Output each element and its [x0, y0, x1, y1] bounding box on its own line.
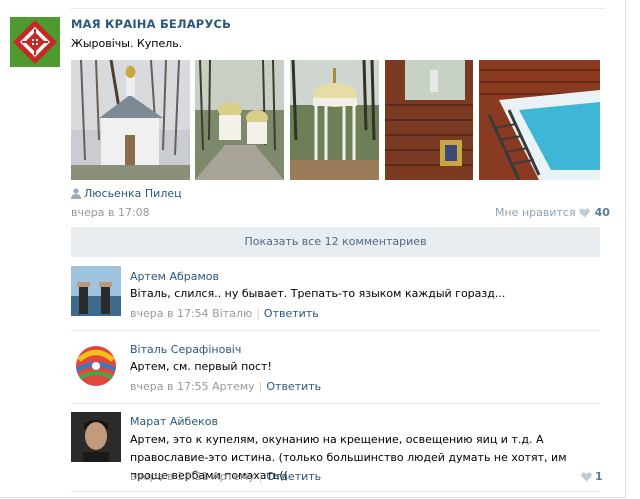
comment-divider: [71, 330, 600, 331]
comment-author[interactable]: Марат Айбеков: [130, 415, 218, 428]
photo-font-pool[interactable]: [479, 60, 600, 180]
comment-avatar-vital[interactable]: [71, 340, 121, 390]
comment-reply-to[interactable]: Віталю: [212, 307, 252, 320]
photo-interior[interactable]: [385, 60, 473, 180]
comment-text: Віталь, слился.. ну бывает. Трепать-то я…: [130, 287, 506, 300]
meta-separator: |: [258, 470, 263, 483]
user-icon: [71, 188, 81, 202]
comment-reply-to[interactable]: Артему: [212, 470, 255, 483]
comment-meta: вчера в 18:21 Артему | Ответить: [130, 470, 321, 483]
show-all-comments-button[interactable]: Показать все 12 комментариев: [71, 227, 600, 257]
comment-date[interactable]: вчера в 18:21: [130, 470, 209, 483]
heart-icon: [581, 472, 592, 485]
post-date[interactable]: вчера в 17:08: [71, 206, 150, 219]
post-text: Жыровічы. Купель.: [71, 37, 183, 50]
comment-divider: [71, 403, 600, 404]
comment-avatar-marat[interactable]: [71, 412, 121, 462]
comment-text: Артем, см. первый пост!: [130, 360, 272, 373]
post-author[interactable]: МАЯ КРАІНА БЕЛАРУСЬ: [71, 17, 231, 31]
reply-button[interactable]: Ответить: [264, 307, 319, 320]
comment-avatar-artem[interactable]: [71, 266, 121, 316]
comment-like-count: 1: [595, 470, 603, 483]
comment-date[interactable]: вчера в 17:54: [130, 307, 209, 320]
comment-divider: [71, 491, 600, 492]
comment-date[interactable]: вчера в 17:55: [130, 380, 209, 393]
like-count: 40: [594, 206, 610, 219]
like-label: Мне нравится: [495, 206, 576, 219]
reply-button[interactable]: Ответить: [266, 380, 321, 393]
top-divider: [70, 8, 605, 9]
group-avatar[interactable]: [10, 17, 60, 67]
photo-rotunda[interactable]: [290, 60, 379, 180]
reply-button[interactable]: Ответить: [266, 470, 321, 483]
meta-separator: |: [256, 307, 260, 320]
comment-reply-to[interactable]: Артему: [212, 380, 255, 393]
photo-chapel[interactable]: [71, 60, 190, 180]
comment-meta: вчера в 17:54 Віталю | Ответить: [130, 307, 319, 320]
like-button[interactable]: Мне нравится 40: [495, 206, 610, 221]
photo-gazebos[interactable]: [195, 60, 284, 180]
signed-by-name[interactable]: Люсьенка Пилец: [84, 187, 182, 200]
comment-author[interactable]: Артем Абрамов: [130, 270, 219, 283]
comment-meta: вчера в 17:55 Артему | Ответить: [130, 380, 321, 393]
heart-icon: [578, 208, 590, 221]
signed-by[interactable]: Люсьенка Пилец: [71, 187, 182, 202]
meta-separator: |: [258, 380, 263, 393]
comment-author[interactable]: Віталь Серафіновіч: [130, 343, 241, 356]
comment-like-button[interactable]: 1: [578, 470, 603, 485]
